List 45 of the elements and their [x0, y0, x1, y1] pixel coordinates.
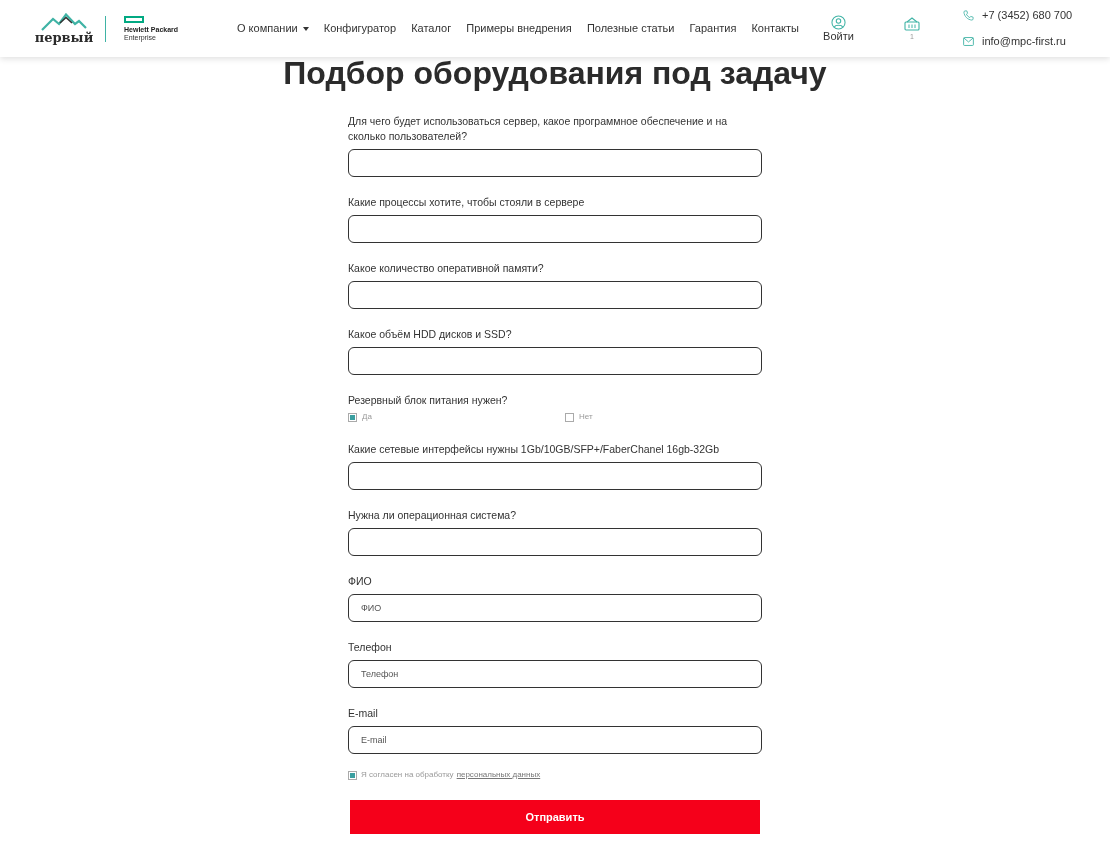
- phone-link[interactable]: +7 (3452) 680 700: [982, 9, 1073, 22]
- phone-icon: [963, 10, 974, 21]
- mountain-logo-icon: [41, 13, 87, 31]
- checkbox[interactable]: [565, 412, 574, 422]
- mail-icon: [963, 37, 974, 46]
- field-label: Какое количество оперативной памяти?: [348, 261, 545, 276]
- user-icon: [831, 14, 846, 30]
- text-input[interactable]: ФИО: [348, 594, 762, 622]
- nav-link[interactable]: Полезные статьи: [586, 22, 675, 35]
- text-input[interactable]: [348, 347, 762, 375]
- consent-text: Я согласен на обработку персональных данных: [361, 770, 541, 780]
- field-label: Какое объём HDD дисков и SSD?: [348, 327, 513, 342]
- text-input[interactable]: [348, 215, 762, 243]
- submit-button[interactable]: Отправить: [350, 800, 760, 834]
- nav-link[interactable]: Примеры внедрения: [466, 22, 572, 35]
- checkbox-label: Да: [362, 412, 372, 422]
- text-input[interactable]: [348, 462, 762, 490]
- login-link[interactable]: Войти: [823, 14, 854, 43]
- page-title: Подбор оборудования под задачу: [283, 57, 827, 89]
- text-input[interactable]: [348, 528, 762, 556]
- nav-link[interactable]: Гарантия: [689, 22, 737, 35]
- field-label: Какие сетевые интерфейсы нужны 1Gb/10GB/SFP+/FaberChanel 16gb-32Gb: [348, 442, 721, 457]
- nav-link[interactable]: О компании: [237, 22, 309, 35]
- rectangle-logo-icon: [124, 15, 144, 23]
- nav-link[interactable]: Контакты: [751, 22, 799, 35]
- logo-wordmark: первый: [34, 31, 94, 44]
- field-label: Резервный блок питания нужен?: [348, 393, 509, 408]
- basket-icon: [904, 16, 920, 31]
- text-input[interactable]: [348, 281, 762, 309]
- text-input[interactable]: E-mail: [348, 726, 762, 754]
- text-input[interactable]: [348, 149, 762, 177]
- field-label: E-mail: [348, 706, 379, 721]
- nav-link[interactable]: Конфигуратор: [323, 22, 397, 35]
- field-label: Для чего будет использоваться сервер, какое программное обеспечение и на сколько пользователей?: [348, 114, 728, 144]
- text-input[interactable]: Телефон: [348, 660, 762, 688]
- checkbox-label: Нет: [579, 412, 593, 422]
- checkbox[interactable]: [348, 412, 357, 422]
- email-link[interactable]: info@mpc-first.ru: [982, 35, 1066, 48]
- field-label: Нужна ли операционная система?: [348, 508, 518, 523]
- field-label: Какие процессы хотите, чтобы стояли в сервере: [348, 195, 586, 210]
- checkbox[interactable]: [348, 770, 357, 780]
- personal-data-link[interactable]: персональных данных: [456, 770, 541, 779]
- field-label: Телефон: [348, 640, 393, 655]
- nav-link[interactable]: Каталог: [411, 22, 452, 35]
- field-label: ФИО: [348, 574, 373, 589]
